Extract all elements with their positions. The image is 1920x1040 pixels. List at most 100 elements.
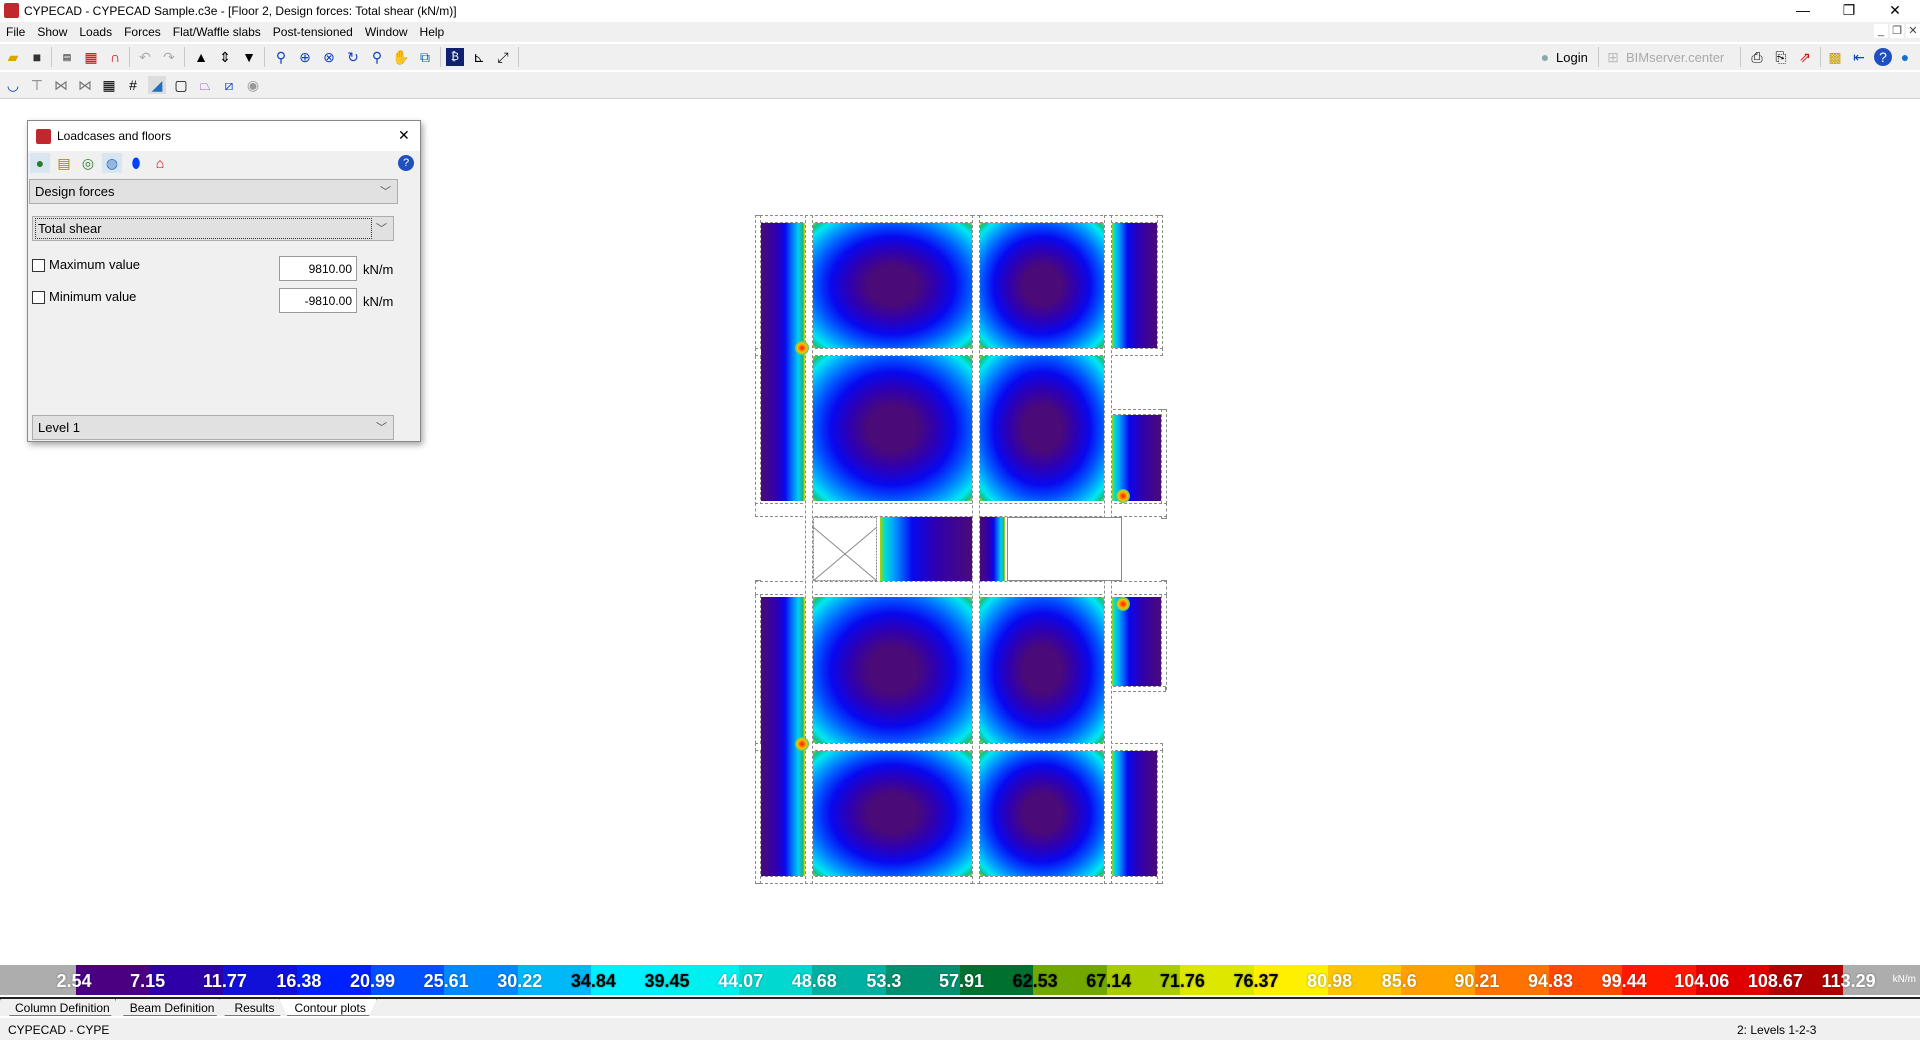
ramp-icon[interactable]: ⧄: [220, 76, 238, 94]
beam[interactable]: [805, 215, 813, 884]
folder-icon[interactable]: ⇤: [1850, 48, 1868, 66]
dxf-layers-icon[interactable]: ▦: [82, 48, 100, 66]
beam[interactable]: [755, 876, 1163, 884]
slab-panel[interactable]: [980, 223, 1104, 348]
job-settings-icon[interactable]: ▩: [1826, 48, 1844, 66]
beam-icon[interactable]: ⋈: [52, 76, 70, 94]
snap-icon[interactable]: ⤢: [494, 48, 512, 66]
web-icon[interactable]: ●: [1896, 48, 1914, 66]
panel-icon[interactable]: ⏢: [196, 76, 214, 94]
floor-select-icon[interactable]: ⇕: [216, 48, 234, 66]
minimum-value-input[interactable]: -9810.00: [279, 288, 357, 313]
menu-post-tensioned[interactable]: Post-tensioned: [267, 22, 359, 39]
help-icon[interactable]: ?: [398, 155, 414, 171]
result-type-select[interactable]: Design forces ﹀: [29, 179, 398, 204]
slab-panel[interactable]: [813, 597, 972, 743]
zoom-window-icon[interactable]: ⚲: [272, 48, 290, 66]
slab-panel[interactable]: [980, 356, 1104, 501]
pan-icon[interactable]: ✋: [392, 48, 410, 66]
tab-contour-plots[interactable]: Contour plots: [279, 999, 377, 1016]
find-icon[interactable]: ₿: [446, 48, 464, 66]
slab-panel[interactable]: [813, 751, 972, 876]
help-icon[interactable]: ?: [1874, 48, 1892, 66]
menu-help[interactable]: Help: [414, 22, 451, 39]
contour-fill-icon[interactable]: ●: [30, 153, 50, 173]
slab-panel[interactable]: [980, 597, 1104, 743]
beam[interactable]: [755, 743, 1163, 751]
color-map-icon[interactable]: ⬮: [126, 153, 146, 173]
beam[interactable]: [755, 348, 1163, 356]
slab-panel[interactable]: [880, 517, 972, 581]
tab-column-definition[interactable]: Column Definition: [0, 999, 121, 1016]
menu-loads[interactable]: Loads: [73, 22, 118, 39]
slab-panel[interactable]: [761, 223, 805, 501]
menu-window[interactable]: Window: [359, 22, 414, 39]
minimum-value-checkbox[interactable]: [32, 291, 45, 304]
slab-panel[interactable]: [813, 356, 972, 501]
maximum-value-checkbox[interactable]: [32, 259, 45, 272]
redraw-icon[interactable]: ↻: [344, 48, 362, 66]
print-icon[interactable]: ⎙: [1748, 48, 1766, 66]
isolines-icon[interactable]: ◎: [78, 153, 98, 173]
contour-icon[interactable]: ◢: [148, 76, 166, 94]
login-button[interactable]: Login: [1556, 50, 1588, 65]
slab-panel[interactable]: [980, 751, 1104, 876]
view-3d-icon[interactable]: ⌂: [150, 153, 170, 173]
settings-icon[interactable]: ◍: [102, 153, 122, 173]
beam[interactable]: [1157, 215, 1163, 354]
beam-delete-icon[interactable]: ⋈: [76, 76, 94, 94]
beam[interactable]: [1108, 686, 1166, 692]
restore-button[interactable]: ❐: [1826, 0, 1872, 22]
tab-beam-definition[interactable]: Beam Definition: [114, 999, 226, 1016]
beam[interactable]: [755, 215, 1163, 223]
slab-panel[interactable]: [1112, 415, 1161, 501]
slab-panel[interactable]: [813, 223, 972, 348]
component-select[interactable]: Total shear ﹀: [32, 216, 394, 241]
slab-panel[interactable]: [1112, 223, 1157, 348]
floor-down-icon[interactable]: ▼: [240, 48, 258, 66]
hidden-icon[interactable]: ◉: [244, 76, 262, 94]
open-icon[interactable]: ▰: [4, 48, 22, 66]
numeric-values-icon[interactable]: ▤: [54, 153, 74, 173]
comment-icon[interactable]: ▢: [172, 76, 190, 94]
slab-panel[interactable]: [761, 597, 805, 876]
slab-panel[interactable]: [980, 517, 1005, 581]
window-view-icon[interactable]: ⧉: [416, 48, 434, 66]
save-icon[interactable]: ■: [28, 48, 46, 66]
menu-flat-waffle-slabs[interactable]: Flat/Waffle slabs: [167, 22, 267, 39]
dialog-close-button[interactable]: ✕: [398, 127, 410, 144]
magnet-icon[interactable]: ∩: [106, 48, 124, 66]
zoom-all-icon[interactable]: ⊕: [296, 48, 314, 66]
view-grid-icon[interactable]: ▦: [100, 76, 118, 94]
print-preview-icon[interactable]: ⎘: [1772, 48, 1790, 66]
slab-icon[interactable]: ◡: [4, 76, 22, 94]
zoom-previous-icon[interactable]: ⚲: [368, 48, 386, 66]
export-icon[interactable]: ⇗: [1796, 48, 1814, 66]
bimserver-button[interactable]: BIMserver.center: [1626, 50, 1724, 65]
bimserver-icon[interactable]: ⊞: [1604, 48, 1622, 66]
mdi-close-button[interactable]: ✕: [1906, 24, 1920, 38]
level-select[interactable]: Level 1 ﹀: [32, 415, 394, 440]
column-icon[interactable]: ⊤: [28, 76, 46, 94]
redo-icon[interactable]: ↷: [160, 48, 178, 66]
dxf-dwg-icon[interactable]: ▤: [58, 48, 76, 66]
mdi-minimize-button[interactable]: _: [1874, 24, 1888, 38]
mdi-restore-button[interactable]: ❐: [1890, 24, 1904, 38]
edit-grid-icon[interactable]: #: [124, 76, 142, 94]
menu-show[interactable]: Show: [31, 22, 73, 39]
zoom-x2-icon[interactable]: ⊗: [320, 48, 338, 66]
angle-icon[interactable]: ⊾: [470, 48, 488, 66]
menu-file[interactable]: File: [0, 22, 31, 39]
tab-results[interactable]: Results: [219, 999, 286, 1016]
minimize-button[interactable]: —: [1780, 0, 1826, 22]
close-button[interactable]: ✕: [1872, 0, 1918, 22]
menu-forces[interactable]: Forces: [118, 22, 167, 39]
undo-icon[interactable]: ↶: [136, 48, 154, 66]
maximum-value-input[interactable]: 9810.00: [279, 256, 357, 281]
beam[interactable]: [972, 215, 980, 884]
slab-panel[interactable]: [1112, 751, 1157, 876]
floor-up-icon[interactable]: ▲: [192, 48, 210, 66]
user-icon[interactable]: ●: [1536, 48, 1554, 66]
beam[interactable]: [1157, 745, 1163, 884]
beam[interactable]: [1161, 580, 1167, 690]
